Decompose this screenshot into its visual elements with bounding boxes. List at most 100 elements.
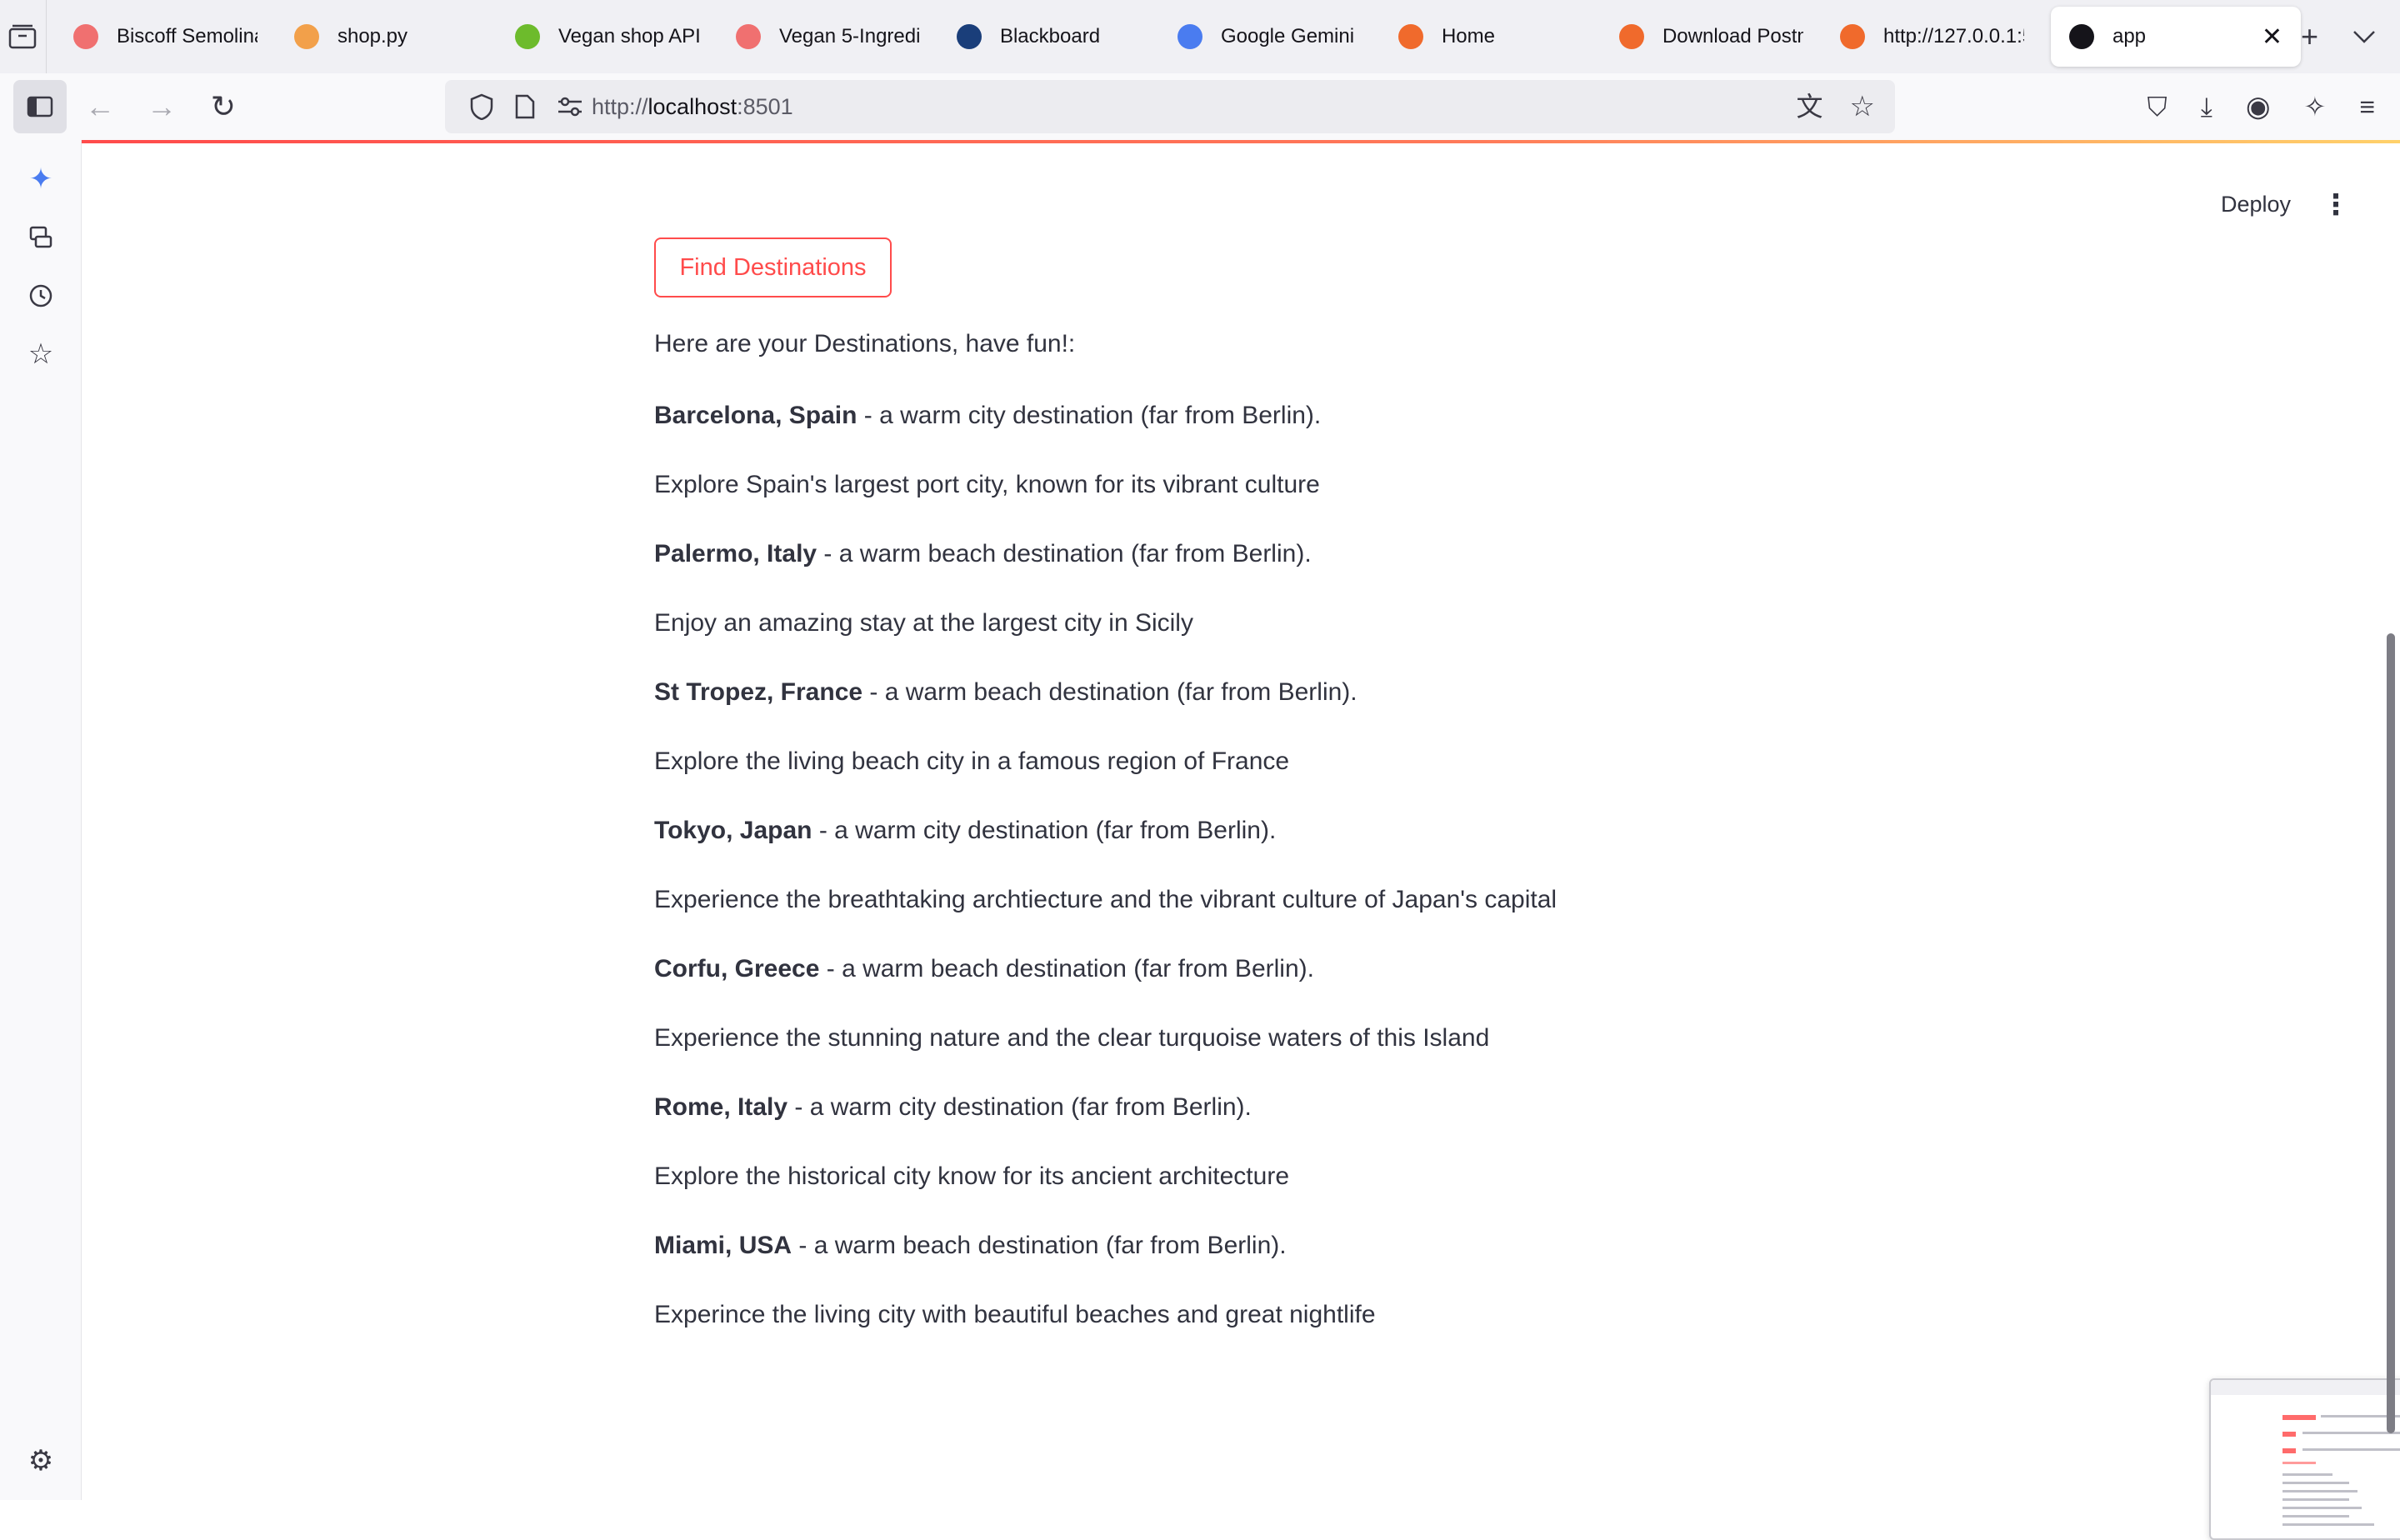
synced-tabs-icon[interactable]: [20, 217, 62, 258]
browser-tab[interactable]: Vegan shop API: [497, 7, 718, 67]
destination-name: Corfu, Greece: [654, 955, 820, 982]
forward-arrow-icon[interactable]: →: [145, 89, 178, 124]
destination-description: Experince the living city with beautiful…: [654, 1301, 1376, 1328]
tab-label: shop.py: [337, 25, 408, 48]
sidebar-toggle-button[interactable]: [13, 80, 67, 133]
reload-icon[interactable]: ↻: [207, 89, 240, 124]
intro-text: Here are your Destinations, have fun!:: [654, 330, 1076, 358]
tab-label: Download Postm: [1662, 25, 1803, 48]
destination-title: Tokyo, Japan - a warm city destination (…: [654, 814, 1557, 883]
shield-icon[interactable]: [470, 93, 493, 120]
tab-label: http://127.0.0.1:5(: [1882, 25, 2024, 48]
destination-item: Rome, Italy - a warm city destination (f…: [654, 1091, 1557, 1229]
url-text[interactable]: http://localhost:8501: [592, 94, 793, 120]
tab-label: Google Gemini: [1220, 25, 1355, 48]
tab-favicon-icon: [735, 24, 761, 49]
destination-description: Explore the living beach city in a famou…: [654, 748, 1290, 775]
destination-item: Barcelona, Spain - a warm city destinati…: [654, 399, 1557, 538]
tab-favicon-icon: [1177, 24, 1202, 49]
tab-overview-button[interactable]: [0, 0, 47, 73]
tab-favicon-icon: [2068, 24, 2094, 49]
tab-label: app: [2112, 25, 2147, 48]
permissions-icon[interactable]: [557, 96, 583, 118]
tab-label: Vegan shop API: [558, 25, 699, 48]
pocket-icon[interactable]: ⛉: [2148, 93, 2168, 120]
destination-item: Miami, USA - a warm beach destination (f…: [654, 1229, 1557, 1368]
tab-label: Vegan 5-Ingredie: [778, 25, 920, 48]
history-clock-icon[interactable]: [20, 275, 62, 317]
browser-tab[interactable]: Home: [1380, 7, 1601, 67]
url-bar[interactable]: http://localhost:8501 文 ☆: [445, 80, 1895, 133]
bookmarks-star-icon[interactable]: ☆: [20, 333, 62, 375]
destination-title: St Tropez, France - a warm beach destina…: [654, 676, 1557, 745]
destination-title: Rome, Italy - a warm city destination (f…: [654, 1091, 1557, 1160]
tabs-list-icon: [9, 24, 37, 49]
tab-label: Blackboard: [999, 25, 1101, 48]
browser-tab[interactable]: Biscoff Semolina: [55, 7, 276, 67]
tab-label: Biscoff Semolina: [116, 25, 258, 48]
tab-favicon-icon: [956, 24, 982, 49]
sidebar-icon: [27, 96, 53, 118]
navigation-toolbar: ← → ↻ http://localhost:8501 文 ☆ ⛉ ⤓ ◉ ✧ …: [0, 73, 2400, 140]
browser-tab[interactable]: shop.py: [276, 7, 497, 67]
extensions-icon[interactable]: ✧: [2304, 93, 2327, 120]
page-scrollbar[interactable]: [2387, 633, 2395, 1433]
destination-name: Tokyo, Japan: [654, 817, 812, 844]
new-tab-plus-icon[interactable]: +: [2301, 22, 2318, 52]
account-icon[interactable]: ◉: [2246, 92, 2271, 121]
bookmark-star-icon[interactable]: ☆: [1850, 92, 1875, 121]
downloads-icon[interactable]: ⤓: [2201, 93, 2212, 120]
close-tab-icon[interactable]: ✕: [2262, 22, 2282, 52]
tab-favicon-icon: [1398, 24, 1423, 49]
browser-tab[interactable]: Download Postm: [1601, 7, 1822, 67]
destination-description: Experience the breathtaking archtiecture…: [654, 886, 1558, 913]
menu-hamburger-icon[interactable]: ≡: [2359, 93, 2375, 120]
destination-description: Explore the historical city know for its…: [654, 1162, 1289, 1190]
destination-title: Miami, USA - a warm beach destination (f…: [654, 1229, 1557, 1298]
page-preview-thumbnail[interactable]: [2209, 1378, 2400, 1540]
translate-icon[interactable]: 文: [1797, 93, 1823, 120]
main-menu-kebab-icon[interactable]: ⋮: [2322, 188, 2350, 222]
browser-tab[interactable]: Vegan 5-Ingredie: [718, 7, 938, 67]
destination-summary: - a warm beach destination (far from Ber…: [792, 1232, 1287, 1259]
destination-name: Miami, USA: [654, 1232, 792, 1259]
tab-list-chevron-down-icon[interactable]: [2352, 28, 2377, 45]
destination-summary: - a warm beach destination (far from Ber…: [817, 540, 1312, 568]
browser-tab[interactable]: http://127.0.0.1:5(: [1822, 7, 2042, 67]
browser-sidebar: ✦ ☆ ⚙: [0, 140, 82, 1500]
destination-summary: - a warm beach destination (far from Ber…: [819, 955, 1314, 982]
destination-description: Experience the stunning nature and the c…: [654, 1024, 1490, 1052]
destination-name: St Tropez, France: [654, 678, 863, 706]
browser-tab[interactable]: app ✕: [2050, 7, 2301, 67]
destination-summary: - a warm city destination (far from Berl…: [788, 1093, 1252, 1121]
tab-list: Biscoff Semolina shop.py Vegan shop API Veg…: [47, 0, 2301, 73]
destination-name: Barcelona, Spain: [654, 402, 858, 429]
tab-favicon-icon: [72, 24, 98, 49]
destination-title: Barcelona, Spain - a warm city destinati…: [654, 399, 1557, 468]
find-destinations-button[interactable]: Find Destinations: [654, 238, 892, 298]
streamlit-app: Deploy ⋮ Find Destinations Here are your…: [82, 143, 2400, 1540]
tab-strip: Biscoff Semolina shop.py Vegan shop API Veg…: [0, 0, 2400, 73]
destination-name: Palermo, Italy: [654, 540, 818, 568]
destination-item: Palermo, Italy - a warm beach destinatio…: [654, 538, 1557, 676]
gemini-sparkle-icon[interactable]: ✦: [20, 158, 62, 200]
destination-title: Palermo, Italy - a warm beach destinatio…: [654, 538, 1557, 607]
tab-favicon-icon: [514, 24, 540, 49]
destination-name: Rome, Italy: [654, 1093, 788, 1121]
tab-favicon-icon: [1618, 24, 1644, 49]
tab-favicon-icon: [1839, 24, 1865, 49]
destination-title: Corfu, Greece - a warm beach destination…: [654, 952, 1557, 1022]
sidebar-settings-gear-icon[interactable]: ⚙: [20, 1440, 62, 1482]
browser-tab[interactable]: Google Gemini: [1159, 7, 1380, 67]
browser-tab[interactable]: Blackboard: [938, 7, 1159, 67]
destination-summary: - a warm beach destination (far from Ber…: [862, 678, 1358, 706]
destination-description: Explore Spain's largest port city, known…: [654, 471, 1320, 498]
page-info-icon[interactable]: [515, 94, 535, 119]
destination-list: Barcelona, Spain - a warm city destinati…: [654, 399, 1557, 1368]
destination-summary: - a warm city destination (far from Berl…: [812, 817, 1277, 844]
destination-item: St Tropez, France - a warm beach destina…: [654, 676, 1557, 814]
tab-label: Home: [1441, 25, 1495, 48]
destination-description: Enjoy an amazing stay at the largest cit…: [654, 609, 1193, 637]
deploy-button[interactable]: Deploy: [2221, 192, 2291, 218]
back-arrow-icon[interactable]: ←: [83, 89, 117, 124]
